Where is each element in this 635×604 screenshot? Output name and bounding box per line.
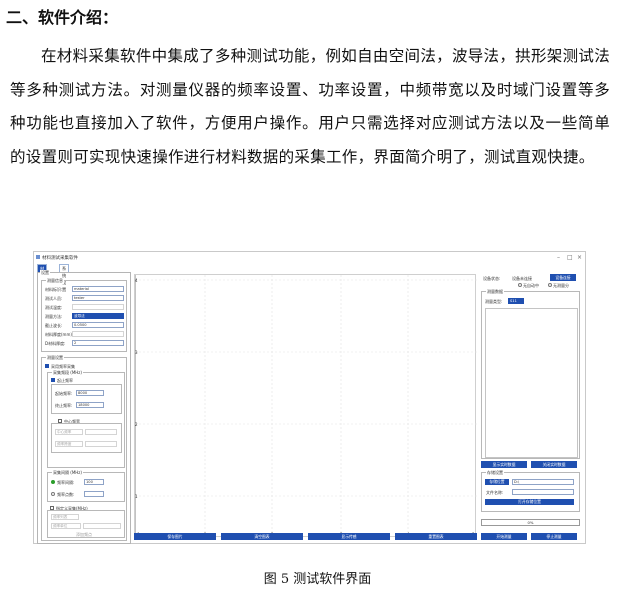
start-measure-button[interactable]: 开始测量 bbox=[481, 533, 527, 540]
stop-freq-input[interactable]: 18000 bbox=[76, 402, 104, 408]
temperature-input[interactable] bbox=[72, 304, 124, 310]
measure-data-title: 测量数据 bbox=[486, 289, 504, 295]
body-paragraph: 在材料采集软件中集成了多种测试功能，例如自由空间法，波导法，拱形架测试法等多种测… bbox=[10, 47, 610, 166]
field-label: 测试人员: bbox=[45, 296, 63, 301]
measure-type-label: 测量类型: bbox=[485, 299, 503, 304]
custom-group: 频率列表 频率单位 添加频点 bbox=[47, 510, 125, 538]
open-storage-button[interactable]: 打开存储位置 bbox=[485, 499, 574, 505]
settings-title: 设置 bbox=[40, 270, 50, 276]
method-select[interactable]: 波导法 bbox=[72, 313, 124, 319]
settings-panel: 设置 测量信息 材料标识: material 测试人员: tester 测试温度… bbox=[37, 270, 131, 544]
measure-type-select[interactable]: S11 bbox=[508, 298, 524, 304]
startstop-group: 起始频率: 8000 终止频率: 18000 bbox=[51, 384, 122, 414]
ytick: 4 bbox=[135, 278, 138, 283]
data-display bbox=[485, 308, 578, 458]
storage-path-input[interactable]: D:\ bbox=[512, 479, 574, 485]
connect-device-button[interactable]: 设备连接 bbox=[550, 274, 576, 281]
device-status-label: 设备状态: bbox=[483, 276, 501, 281]
interval-input[interactable]: 100 bbox=[84, 479, 104, 485]
points-radio[interactable] bbox=[51, 492, 55, 496]
minimize-icon[interactable]: – bbox=[557, 254, 560, 261]
d-thickness-label: D材料厚度: bbox=[45, 341, 66, 346]
custom-unit-select[interactable] bbox=[83, 523, 121, 529]
interval-group: 采集间隔 (MHz) 频率间隔: 100 频率点数: bbox=[47, 470, 125, 502]
points-input[interactable] bbox=[84, 491, 104, 497]
stop-label: 终止频率: bbox=[55, 403, 73, 408]
opt1-label: 无自动中 bbox=[523, 283, 539, 288]
interval-label: 频率间隔: bbox=[57, 480, 75, 485]
center-freq-input[interactable]: 中心频率 bbox=[55, 429, 83, 435]
span-extra[interactable] bbox=[85, 441, 117, 447]
file-name-input[interactable] bbox=[512, 489, 574, 495]
interval-radio[interactable] bbox=[51, 480, 55, 484]
clear-chart-button[interactable]: 清空图表 bbox=[221, 533, 303, 540]
field-label: 测试温度: bbox=[45, 305, 63, 310]
startstop-checkbox[interactable] bbox=[51, 378, 55, 382]
window-titlebar: 材料测试采集软件 – □ × bbox=[34, 252, 585, 263]
ytick: 2 bbox=[135, 422, 138, 427]
measure-settings-group: 测量设置 采用频率采集 采集频段 (MHz) 起止频率 起始频率: 8000 终… bbox=[41, 355, 127, 541]
points-label: 频率点数: bbox=[57, 492, 75, 497]
freq-sweep-checkbox[interactable] bbox=[45, 364, 49, 368]
storage-group: 存储设置 存储位置 D:\ 文件名称: 打开存储位置 bbox=[481, 470, 580, 512]
tester-input[interactable]: tester bbox=[72, 295, 124, 301]
material-id-input[interactable]: material bbox=[72, 286, 124, 292]
custom-list-input[interactable]: 频率列表 bbox=[51, 514, 79, 520]
interval-title: 采集间隔 (MHz) bbox=[52, 470, 83, 476]
thickness-input[interactable] bbox=[72, 331, 124, 337]
maximize-icon[interactable]: □ bbox=[567, 254, 573, 261]
opt2-label: 无测量分 bbox=[553, 283, 569, 288]
storage-path-button[interactable]: 存储位置 bbox=[485, 479, 509, 485]
figure-caption: 图 5 测试软件界面 bbox=[263, 572, 372, 587]
measure-data-group: 测量数据 测量类型: S11 bbox=[481, 289, 580, 459]
custom-unit-input[interactable]: 频率单位 bbox=[51, 523, 81, 529]
file-name-label: 文件名称: bbox=[486, 490, 504, 495]
freq-range-title: 采集频段 (MHz) bbox=[52, 370, 83, 376]
section-heading: 二、软件介绍： bbox=[6, 8, 119, 27]
close-icon[interactable]: × bbox=[577, 254, 582, 261]
freq-range-group: 采集频段 (MHz) 起止频率 起始频率: 8000 终止频率: 18000 中… bbox=[47, 370, 125, 468]
save-image-button[interactable]: 保存图片 bbox=[134, 533, 216, 540]
d-thickness-input[interactable]: 2 bbox=[72, 340, 124, 346]
measure-info-title: 测量信息 bbox=[46, 278, 64, 284]
close-realtime-button[interactable]: 关闭实时数据 bbox=[531, 461, 577, 468]
measure-settings-title: 测量设置 bbox=[46, 355, 64, 361]
show-sensor-button[interactable]: 显示传感 bbox=[308, 533, 390, 540]
center-group: 中心频率 频率跨度 bbox=[51, 423, 122, 453]
method-label: 测量方法: bbox=[45, 314, 63, 319]
start-label: 起始频率: bbox=[55, 391, 73, 396]
software-screenshot: 材料测试采集软件 – □ × 材料测量 系统设置 设置 测量信息 材料标识: m… bbox=[33, 251, 586, 544]
cutoff-label: 截止波长: bbox=[45, 323, 63, 328]
device-status-value: 设备未连接 bbox=[512, 276, 532, 281]
start-freq-input[interactable]: 8000 bbox=[76, 390, 104, 396]
plot-area: 4 3 2 1 0 1 2 3 4 5 bbox=[134, 274, 477, 538]
ytick: 1 bbox=[135, 494, 138, 499]
app-icon bbox=[36, 255, 40, 259]
window-title: 材料测试采集软件 bbox=[42, 256, 78, 261]
stop-measure-button[interactable]: 停止测量 bbox=[531, 533, 577, 540]
measure-info-group: 测量信息 材料标识: material 测试人员: tester 测试温度: 测… bbox=[41, 278, 127, 352]
reset-chart-button[interactable]: 重置图表 bbox=[395, 533, 477, 540]
show-realtime-button[interactable]: 显示实时数据 bbox=[481, 461, 527, 468]
control-panel: 设备状态: 设备未连接 设备连接 无自动中 无测量分 测量数据 测量类型: S1… bbox=[480, 272, 584, 544]
opt1-radio[interactable] bbox=[518, 283, 522, 287]
ytick: 3 bbox=[135, 350, 138, 355]
field-label: 材料标识: bbox=[45, 287, 63, 292]
storage-title: 存储设置 bbox=[486, 470, 504, 476]
cutoff-input[interactable]: 0.0500 bbox=[72, 322, 124, 328]
span-input[interactable]: 频率跨度 bbox=[55, 441, 83, 447]
custom-add-button[interactable]: 添加频点 bbox=[76, 532, 92, 538]
plot-canvas: 4 3 2 1 0 1 2 3 4 5 bbox=[134, 275, 477, 538]
opt2-radio[interactable] bbox=[548, 283, 552, 287]
center-freq-extra[interactable] bbox=[85, 429, 117, 435]
thickness-label: 材料厚度(mm): bbox=[45, 332, 74, 337]
progress-bar: 0% bbox=[481, 519, 580, 526]
